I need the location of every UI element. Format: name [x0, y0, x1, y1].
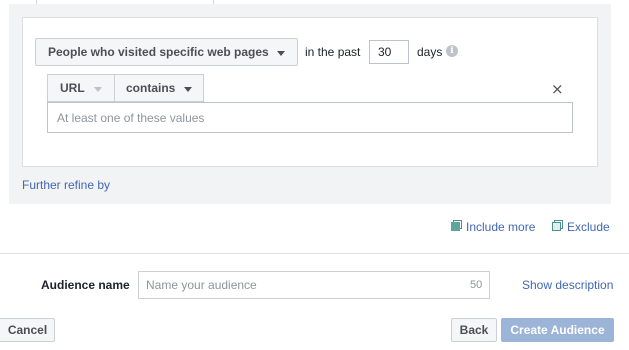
- chevron-down-icon: [184, 87, 192, 92]
- create-audience-button[interactable]: Create Audience: [501, 318, 614, 342]
- retention-days-input[interactable]: 30: [369, 40, 409, 64]
- further-refine-link[interactable]: Further refine by: [22, 178, 110, 192]
- include-more-icon: [451, 220, 462, 231]
- exclude-link[interactable]: Exclude: [567, 220, 610, 234]
- info-icon[interactable]: i: [446, 45, 458, 57]
- character-count: 50: [470, 279, 483, 291]
- audience-name-input[interactable]: [138, 271, 490, 299]
- visitor-source-label: People who visited specific web pages: [48, 45, 269, 59]
- operator-label: contains: [126, 81, 176, 95]
- show-description-link[interactable]: Show description: [522, 278, 613, 292]
- url-field-label: URL: [60, 81, 85, 95]
- include-more-link[interactable]: Include more: [466, 220, 535, 234]
- exclude-icon: [552, 220, 563, 231]
- in-the-past-label: in the past: [305, 45, 361, 59]
- section-divider: [0, 253, 629, 254]
- url-values-input[interactable]: [47, 102, 573, 133]
- days-label: days: [417, 45, 443, 59]
- back-button[interactable]: Back: [451, 318, 497, 342]
- audience-name-label: Audience name: [41, 278, 130, 292]
- close-icon[interactable]: ×: [551, 81, 564, 97]
- url-field-dropdown[interactable]: URL: [47, 74, 114, 102]
- operator-dropdown[interactable]: contains: [114, 74, 204, 102]
- cancel-button[interactable]: Cancel: [0, 318, 55, 342]
- chevron-down-icon: [277, 51, 285, 56]
- visitor-source-dropdown[interactable]: People who visited specific web pages: [35, 38, 298, 66]
- chevron-down-icon: [94, 87, 102, 92]
